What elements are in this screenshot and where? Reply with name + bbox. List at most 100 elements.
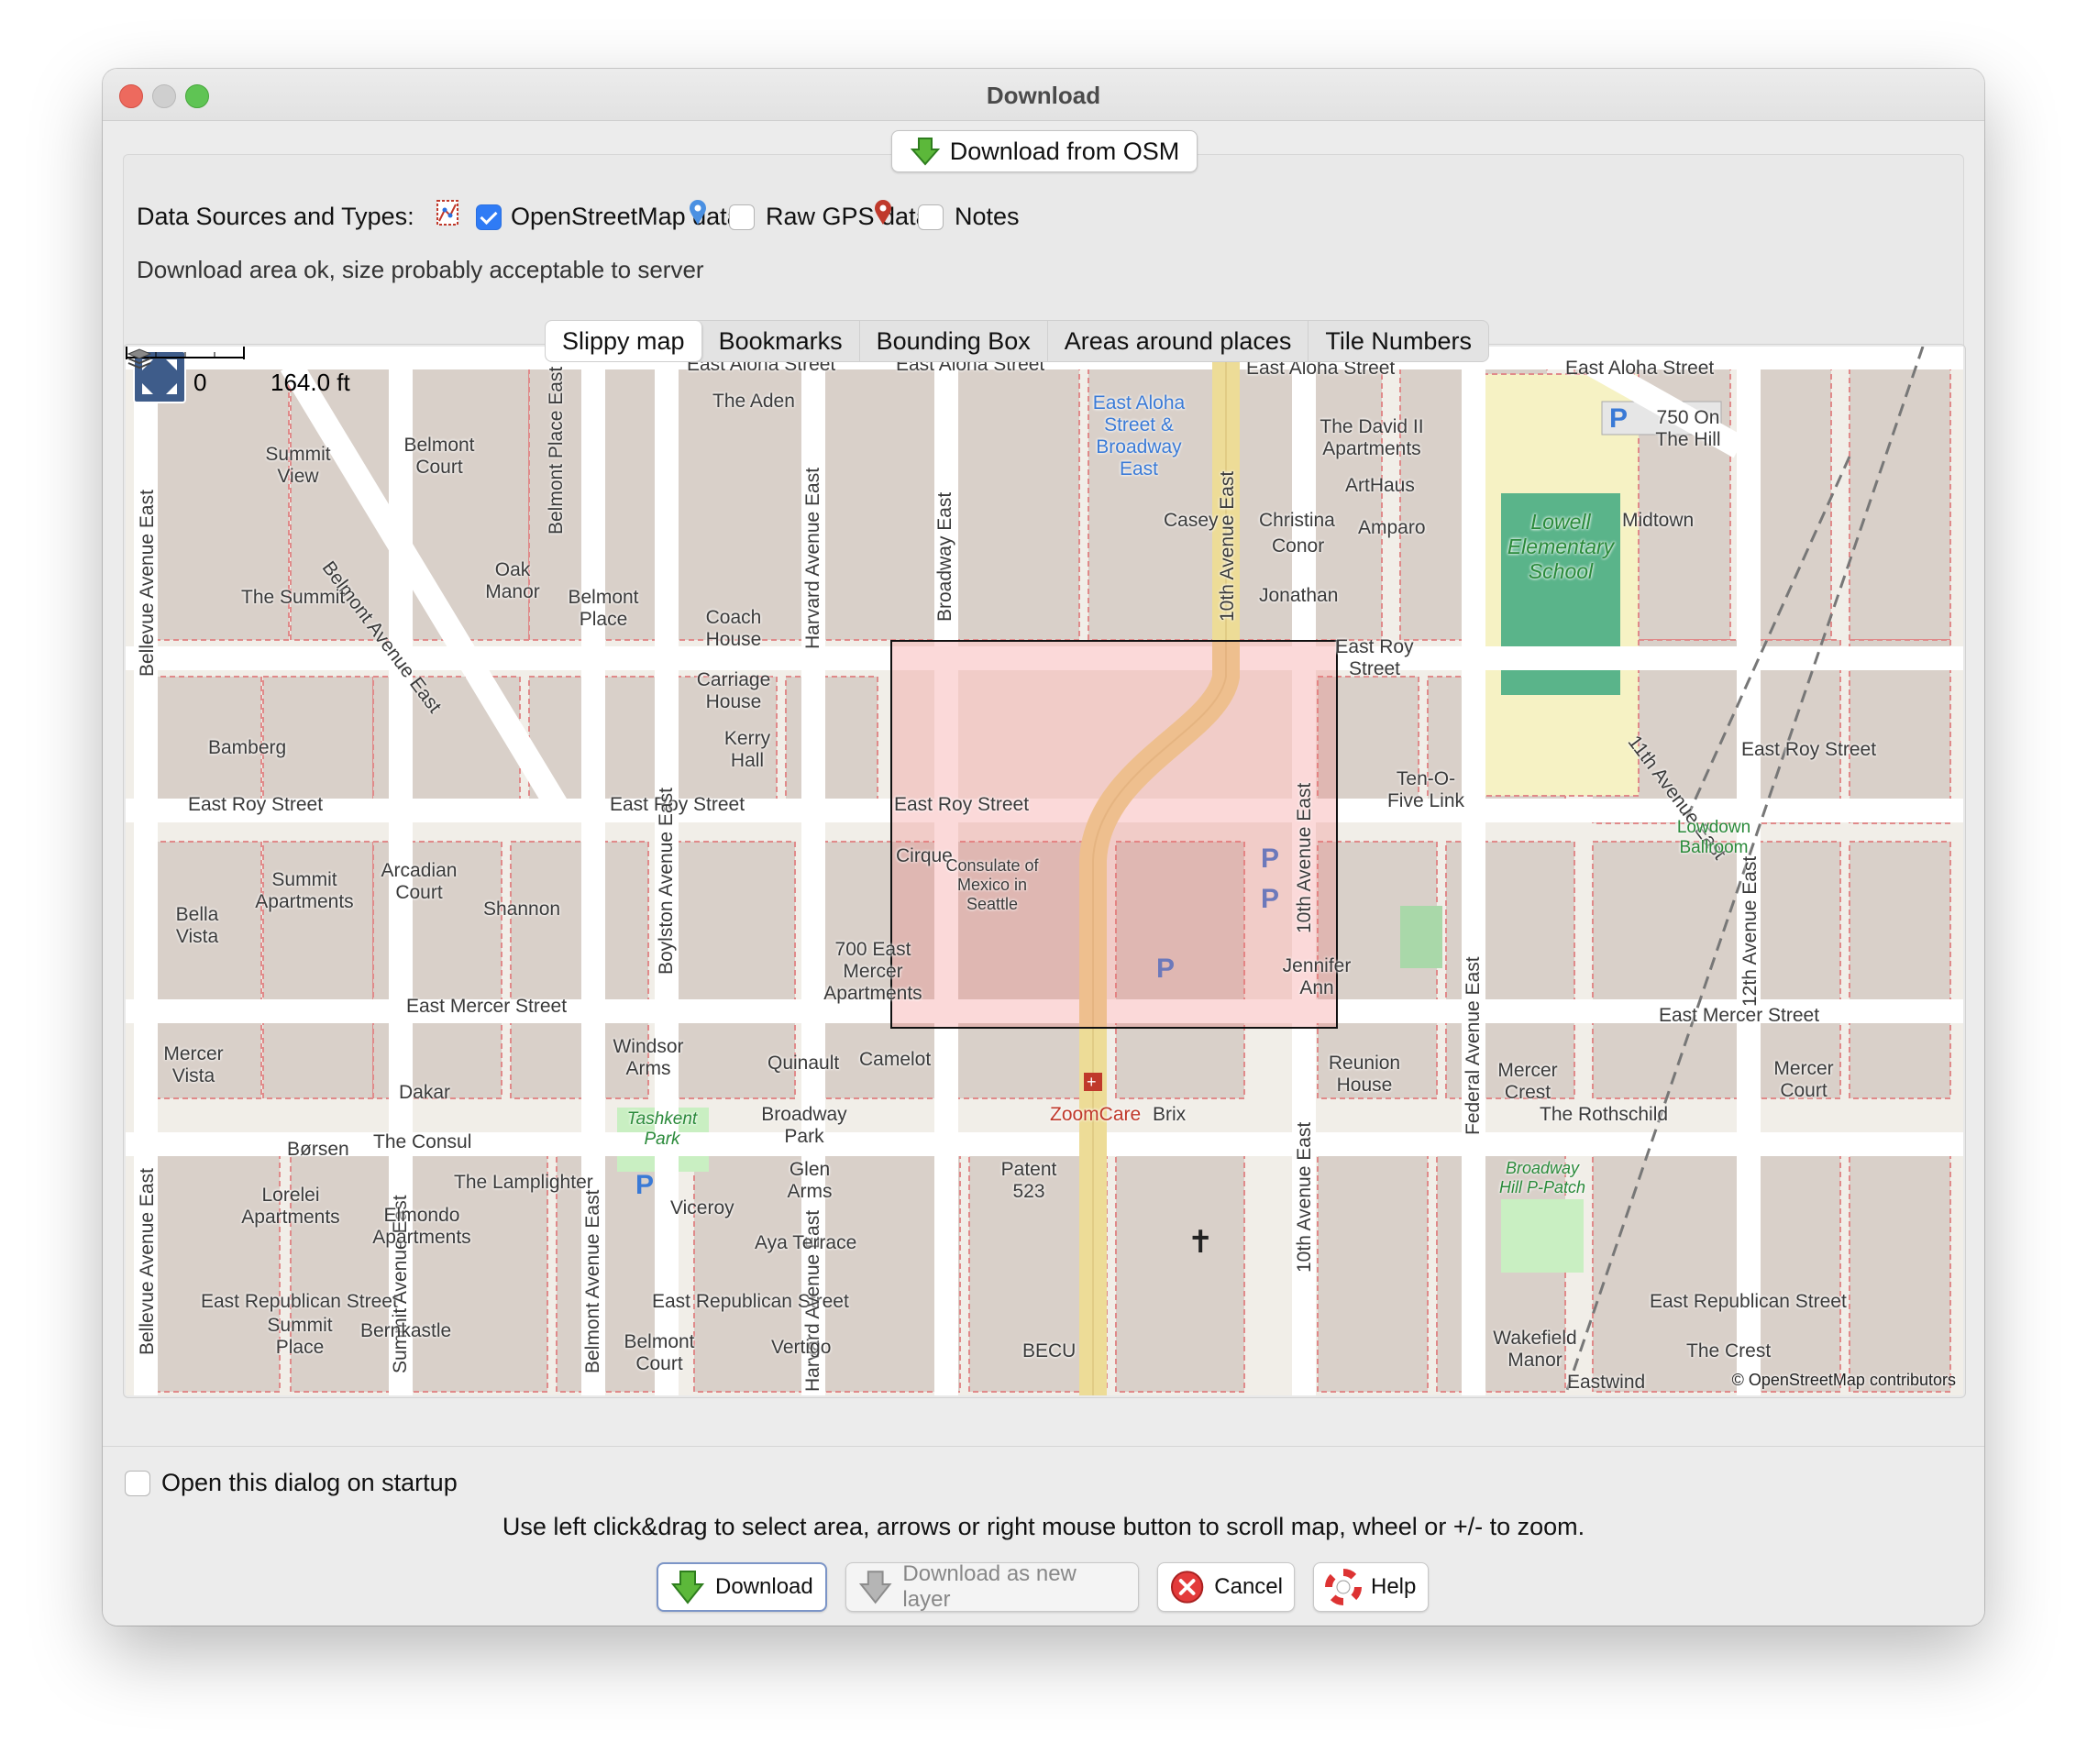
- cancel-label: Cancel: [1214, 1574, 1283, 1599]
- place-label: The David II Apartments: [1320, 416, 1424, 459]
- street-label: East Mercer Street: [1659, 1005, 1820, 1026]
- place-label: The Summit: [241, 587, 346, 608]
- street-label: East Republican Street: [1650, 1291, 1847, 1312]
- place-label: Mercer Vista: [163, 1043, 224, 1086]
- place-label: Brix: [1153, 1104, 1187, 1125]
- place-label: Belmont Court: [624, 1331, 695, 1374]
- street-label: East Roy Street: [894, 794, 1030, 815]
- download-from-osm-button[interactable]: Download from OSM: [891, 130, 1198, 172]
- park-label: Tashkent Park: [626, 1109, 698, 1149]
- osm-data-checkbox[interactable]: [476, 204, 502, 230]
- layers-icon[interactable]: [126, 347, 153, 372]
- dialog-footer: Open this dialog on startup Use left cli…: [103, 1446, 1984, 1626]
- svg-text:✝: ✝: [1187, 1224, 1214, 1261]
- place-label: ArtHaus: [1345, 475, 1415, 496]
- cancel-x-icon: [1170, 1571, 1204, 1604]
- street-label: Bellevue Avenue East: [137, 1168, 158, 1355]
- street-label: Harvard Avenue East: [802, 467, 823, 649]
- street-label: Federal Avenue East: [1463, 956, 1484, 1135]
- tab-tile-numbers[interactable]: Tile Numbers: [1309, 321, 1488, 361]
- street-label: Broadway East: [934, 491, 955, 622]
- place-label: Mercer Crest: [1497, 1060, 1558, 1103]
- area-selector-tabs: Slippy map Bookmarks Bounding Box Areas …: [545, 320, 1489, 362]
- place-label: Casey: [1164, 510, 1219, 531]
- place-label: Belmont Place: [568, 587, 639, 630]
- data-sources-label: Data Sources and Types:: [137, 203, 414, 230]
- street-label: 10th Avenue East: [1294, 1121, 1315, 1273]
- place-label: Shannon: [483, 899, 561, 920]
- place-label: 750 On The Hill: [1655, 407, 1721, 450]
- raw-gps-checkbox[interactable]: [729, 204, 755, 230]
- street-label: Boylston Avenue East: [656, 788, 677, 975]
- place-label: Bernkastle: [360, 1320, 452, 1341]
- street-label: East Roy Street: [1741, 739, 1877, 760]
- clinic-label: ZoomCare: [1050, 1104, 1142, 1125]
- download-button[interactable]: Download: [657, 1562, 827, 1612]
- street-label: East Aloha Street: [1565, 358, 1715, 379]
- tab-areas-around-places[interactable]: Areas around places: [1048, 321, 1309, 361]
- notes-pin-icon: [875, 200, 891, 225]
- tab-slippy-map[interactable]: Slippy map: [546, 321, 702, 361]
- place-label: Børsen: [287, 1139, 349, 1160]
- place-label: Summit Apartments: [255, 869, 354, 912]
- place-label: Patent 523: [1000, 1159, 1057, 1202]
- place-label: Summit Place: [267, 1315, 333, 1358]
- help-button[interactable]: Help: [1313, 1562, 1429, 1612]
- place-label: Coach House: [705, 607, 762, 650]
- place-label: Oak Manor: [485, 559, 540, 602]
- place-label: The Lamplighter: [454, 1172, 593, 1193]
- place-label: Elmondo Apartments: [372, 1205, 471, 1248]
- school-label: Lowell Elementary School: [1507, 510, 1615, 583]
- park-label: Broadway Hill P-Patch: [1498, 1159, 1586, 1196]
- help-label: Help: [1371, 1574, 1417, 1599]
- tab-bookmarks[interactable]: Bookmarks: [702, 321, 860, 361]
- notes-label: Notes: [955, 203, 1020, 230]
- svg-text:P: P: [1609, 403, 1628, 434]
- place-label: Bella Vista: [175, 904, 219, 947]
- place-label: Vertigo: [771, 1337, 832, 1358]
- street-label: Bellevue Avenue East: [137, 490, 158, 677]
- place-label: The Crest: [1686, 1340, 1772, 1362]
- place-label: Christina: [1259, 510, 1335, 531]
- street-label: 10th Avenue East: [1217, 470, 1238, 622]
- notes-checkbox[interactable]: [918, 204, 944, 230]
- place-label: Aya Terrace: [755, 1232, 857, 1253]
- place-label: The Consul: [373, 1131, 472, 1152]
- place-label: Wakefield Manor: [1493, 1328, 1577, 1371]
- usage-hint: Use left click&drag to select area, arro…: [502, 1513, 1585, 1540]
- download-area-status: Download area ok, size probably acceptab…: [137, 256, 704, 283]
- window-title: Download: [986, 82, 1101, 109]
- street-label: East Mercer Street: [406, 996, 568, 1017]
- cancel-button[interactable]: Cancel: [1157, 1562, 1295, 1612]
- place-label: Jennifer Ann: [1282, 955, 1352, 998]
- gps-pin-icon: [690, 200, 706, 225]
- place-label: Consulate of Mexico in Seattle: [945, 856, 1039, 913]
- download-dialog: Download Data Sources and Types: OpenStr…: [103, 69, 1984, 1626]
- map-attribution: © OpenStreetMap contributors: [1731, 1371, 1956, 1389]
- slippy-map[interactable]: P P P P P + ✝ East Aloha Street East Alo…: [126, 347, 1963, 1395]
- place-label: Quinault: [767, 1053, 840, 1074]
- download-as-new-layer-button[interactable]: Download as new layer: [845, 1561, 1139, 1612]
- place-label: Eastwind: [1567, 1372, 1646, 1393]
- place-label: Reunion House: [1328, 1053, 1401, 1096]
- place-label: Conor: [1272, 535, 1325, 557]
- place-label: Kerry Hall: [723, 728, 771, 771]
- street-label: 12th Avenue East: [1739, 855, 1761, 1007]
- place-label: Viceroy: [670, 1197, 734, 1218]
- place-label: Mercer Court: [1773, 1058, 1834, 1101]
- scale-length-label: 164.0 ft: [271, 369, 350, 396]
- place-label: The Aden: [712, 391, 795, 412]
- green-download-arrow-icon: [910, 138, 940, 166]
- street-label: East Republican Street: [201, 1291, 398, 1312]
- title-bar: Download: [103, 69, 1984, 121]
- street-label: Belmont Avenue East: [582, 1189, 603, 1373]
- street-label: East Roy Street: [188, 794, 324, 815]
- place-label: Arcadian Court: [381, 860, 458, 903]
- osm-data-icon: [436, 200, 458, 226]
- place-label: Summit View: [265, 444, 331, 487]
- open-on-startup-checkbox[interactable]: [125, 1471, 150, 1496]
- tab-bounding-box[interactable]: Bounding Box: [860, 321, 1048, 361]
- raw-gps-label: Raw GPS data: [766, 203, 930, 230]
- place-label: East Roy Street: [1335, 636, 1414, 679]
- gray-download-arrow-icon: [858, 1571, 892, 1604]
